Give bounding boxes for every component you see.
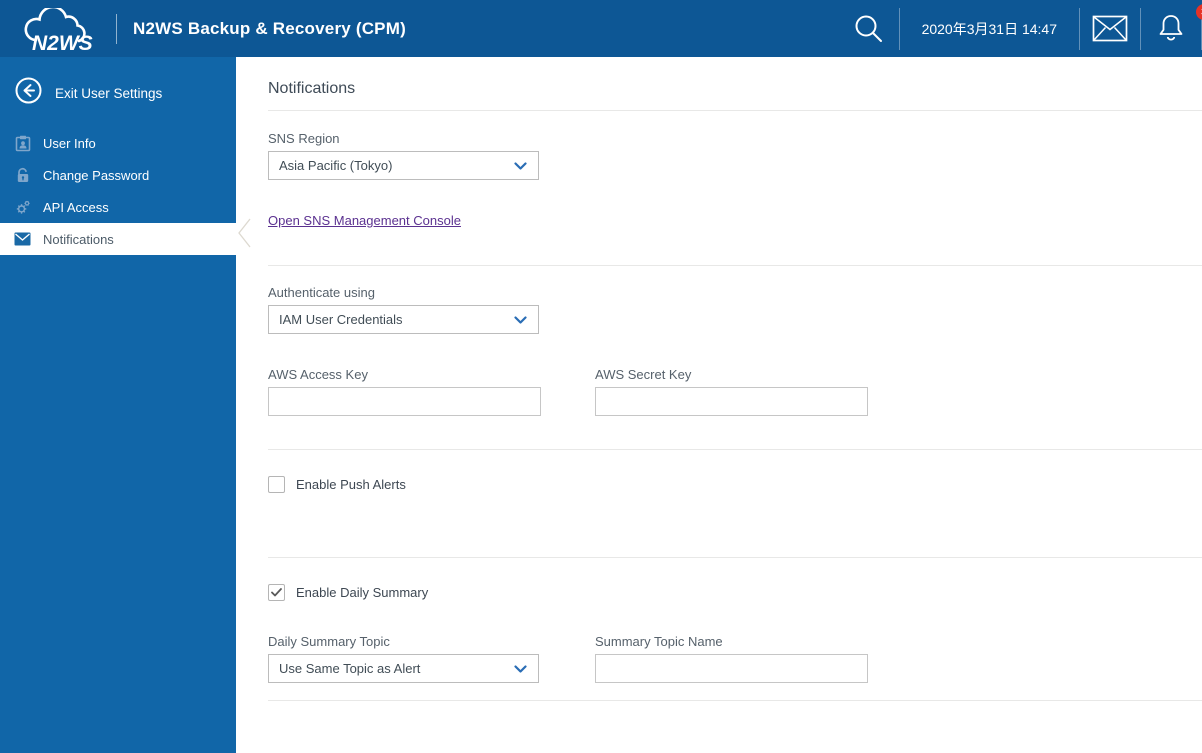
chevron-down-icon bbox=[514, 162, 527, 170]
aws-secret-key-label: AWS Secret Key bbox=[595, 367, 692, 382]
settings-sidebar: Exit User Settings User Info Change Pass… bbox=[0, 57, 236, 753]
summary-topic-name-label: Summary Topic Name bbox=[595, 634, 723, 649]
sidebar-item-label: API Access bbox=[43, 199, 109, 215]
datetime-display: 2020年3月31日 14:47 bbox=[921, 20, 1057, 37]
authenticate-using-select[interactable]: IAM User Credentials bbox=[268, 305, 539, 334]
enable-daily-summary-row: Enable Daily Summary bbox=[268, 584, 428, 601]
sidebar-item-label: Notifications bbox=[43, 231, 114, 247]
sns-region-value: Asia Pacific (Tokyo) bbox=[279, 158, 393, 173]
bell-icon[interactable]: 3 bbox=[1141, 4, 1202, 44]
authenticate-using-value: IAM User Credentials bbox=[279, 312, 403, 327]
section-divider bbox=[268, 557, 1202, 558]
section-divider bbox=[268, 449, 1202, 450]
logo-text: N2WS bbox=[32, 32, 93, 55]
notifications-panel: Notifications SNS Region Asia Pacific (T… bbox=[236, 57, 1202, 753]
section-divider bbox=[268, 110, 1202, 111]
header-actions: 2020年3月31日 14:47 3 bbox=[839, 0, 1202, 57]
sns-region-select[interactable]: Asia Pacific (Tokyo) bbox=[268, 151, 539, 180]
enable-push-alerts-label: Enable Push Alerts bbox=[296, 477, 406, 492]
lock-icon bbox=[14, 167, 31, 184]
sidebar-item-change-password[interactable]: Change Password bbox=[0, 159, 236, 191]
app-title: N2WS Backup & Recovery (CPM) bbox=[133, 18, 406, 38]
daily-summary-topic-select[interactable]: Use Same Topic as Alert bbox=[268, 654, 539, 683]
sidebar-item-label: Change Password bbox=[43, 167, 150, 183]
sidebar-item-user-info[interactable]: User Info bbox=[0, 127, 236, 159]
summary-topic-name-input[interactable] bbox=[595, 654, 868, 683]
open-sns-console-link[interactable]: Open SNS Management Console bbox=[268, 213, 461, 228]
sidebar-nav: User Info Change Password API Access Not… bbox=[0, 127, 236, 255]
sns-region-label: SNS Region bbox=[268, 131, 340, 146]
exit-user-settings-label: Exit User Settings bbox=[55, 85, 163, 101]
app-header: N2WS N2WS Backup & Recovery (CPM) 2020年3… bbox=[0, 0, 1202, 57]
n2ws-logo: N2WS bbox=[12, 5, 108, 55]
back-arrow-circle-icon bbox=[15, 77, 42, 109]
sidebar-item-notifications[interactable]: Notifications bbox=[0, 223, 236, 255]
enable-daily-summary-checkbox[interactable] bbox=[268, 584, 285, 601]
enable-push-alerts-row: Enable Push Alerts bbox=[268, 476, 406, 493]
notification-badge: 3 bbox=[1196, 4, 1202, 20]
aws-access-key-input[interactable] bbox=[268, 387, 541, 416]
enable-push-alerts-checkbox[interactable] bbox=[268, 476, 285, 493]
n2ws-cpm-app: N2WS N2WS Backup & Recovery (CPM) 2020年3… bbox=[0, 0, 1202, 753]
check-icon bbox=[271, 588, 282, 597]
gears-icon bbox=[14, 199, 31, 216]
aws-secret-key-input[interactable] bbox=[595, 387, 868, 416]
sidebar-item-label: User Info bbox=[43, 135, 96, 151]
user-card-icon bbox=[14, 135, 31, 152]
page-title: Notifications bbox=[268, 80, 356, 97]
section-divider bbox=[268, 700, 1202, 701]
mail-icon[interactable] bbox=[1080, 15, 1140, 42]
search-icon[interactable] bbox=[839, 13, 899, 45]
exit-user-settings-button[interactable]: Exit User Settings bbox=[15, 77, 236, 109]
daily-summary-topic-label: Daily Summary Topic bbox=[268, 634, 390, 649]
sidebar-item-api-access[interactable]: API Access bbox=[0, 191, 236, 223]
section-divider bbox=[268, 265, 1202, 266]
chevron-down-icon bbox=[514, 316, 527, 324]
authenticate-using-label: Authenticate using bbox=[268, 285, 375, 300]
envelope-icon bbox=[14, 231, 31, 248]
header-divider bbox=[116, 13, 117, 44]
enable-daily-summary-label: Enable Daily Summary bbox=[296, 585, 429, 600]
daily-summary-topic-value: Use Same Topic as Alert bbox=[279, 661, 421, 676]
active-item-notch bbox=[238, 218, 251, 248]
aws-access-key-label: AWS Access Key bbox=[268, 367, 368, 382]
chevron-down-icon bbox=[514, 665, 527, 673]
